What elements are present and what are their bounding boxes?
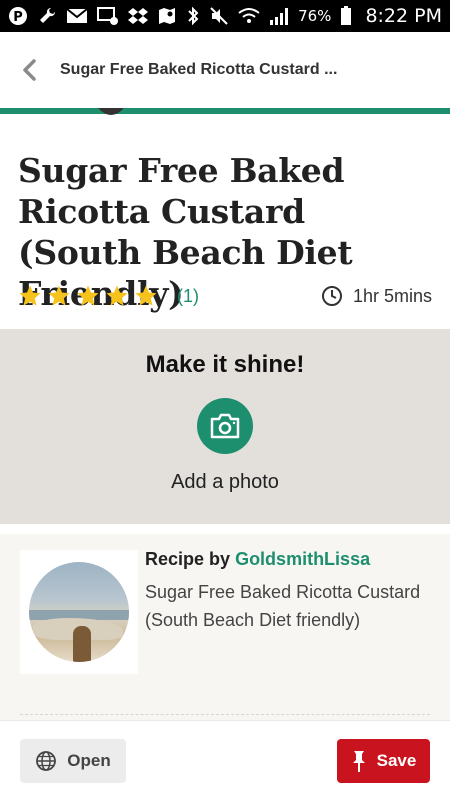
recipe-author-card: Recipe by GoldsmithLissa Sugar Free Bake… [0,534,450,720]
total-time: 1hr 5mins [321,285,432,307]
back-button[interactable] [18,58,42,82]
battery-percent: 76% [298,7,332,25]
author-text: Recipe by GoldsmithLissa Sugar Free Bake… [145,549,435,634]
shine-heading: Make it shine! [145,351,305,378]
camera-icon [210,413,240,439]
open-button[interactable]: Open [20,739,126,783]
clock-icon [321,286,342,306]
gallery-mail-icon [97,7,118,25]
notification-icons: P [8,6,177,26]
pin-icon [352,751,365,772]
divider [20,714,430,715]
mute-icon [210,7,228,25]
star-icon [106,285,128,306]
save-label: Save [376,751,417,770]
dropbox-icon [128,8,148,24]
star-icon [77,285,99,306]
open-label: Open [67,751,111,770]
star-icon [48,285,70,306]
review-count-link[interactable]: (1) [177,286,199,307]
svg-text:P: P [13,10,23,25]
recipe-by-prefix: Recipe by [145,549,231,569]
star-rating[interactable]: (1) [18,284,199,308]
chevron-left-icon [23,59,36,81]
map-icon [159,8,175,24]
status-bar: P 76% 8:22 PM [0,0,450,32]
signal-icon [270,8,289,25]
system-icons: 76% 8:22 PM [186,5,442,27]
add-photo-button[interactable] [197,398,253,454]
mail-icon [66,8,88,23]
avatar-image [29,562,129,662]
header-decoration [98,108,124,115]
author-name-link[interactable]: GoldsmithLissa [235,549,370,569]
wrench-icon [40,7,56,23]
wifi-icon [238,8,260,23]
battery-icon [341,6,352,25]
star-icon [135,285,157,306]
avatar-person [73,626,91,662]
bluetooth-icon [188,6,199,26]
rating-row: (1) 1hr 5mins [18,282,432,310]
pinterest-icon: P [9,7,27,25]
save-button[interactable]: Save [337,739,430,783]
globe-icon [36,751,57,771]
header-title: Sugar Free Baked Ricotta Custard ... [60,61,338,78]
make-it-shine-section: Make it shine! Add a photo [0,329,450,524]
author-description: Sugar Free Baked Ricotta Custard (South … [145,582,421,630]
author-avatar[interactable] [20,550,138,674]
star-icon [19,285,41,306]
clock-time: 8:22 PM [365,5,442,27]
recipe-by-line: Recipe by GoldsmithLissa [145,549,435,570]
total-time-value: 1hr 5mins [352,285,432,306]
add-photo-label[interactable]: Add a photo [0,471,450,494]
bottom-action-bar: Open Save [0,720,450,801]
app-header: Sugar Free Baked Ricotta Custard ... [0,32,450,108]
header-accent-bar [0,108,450,114]
